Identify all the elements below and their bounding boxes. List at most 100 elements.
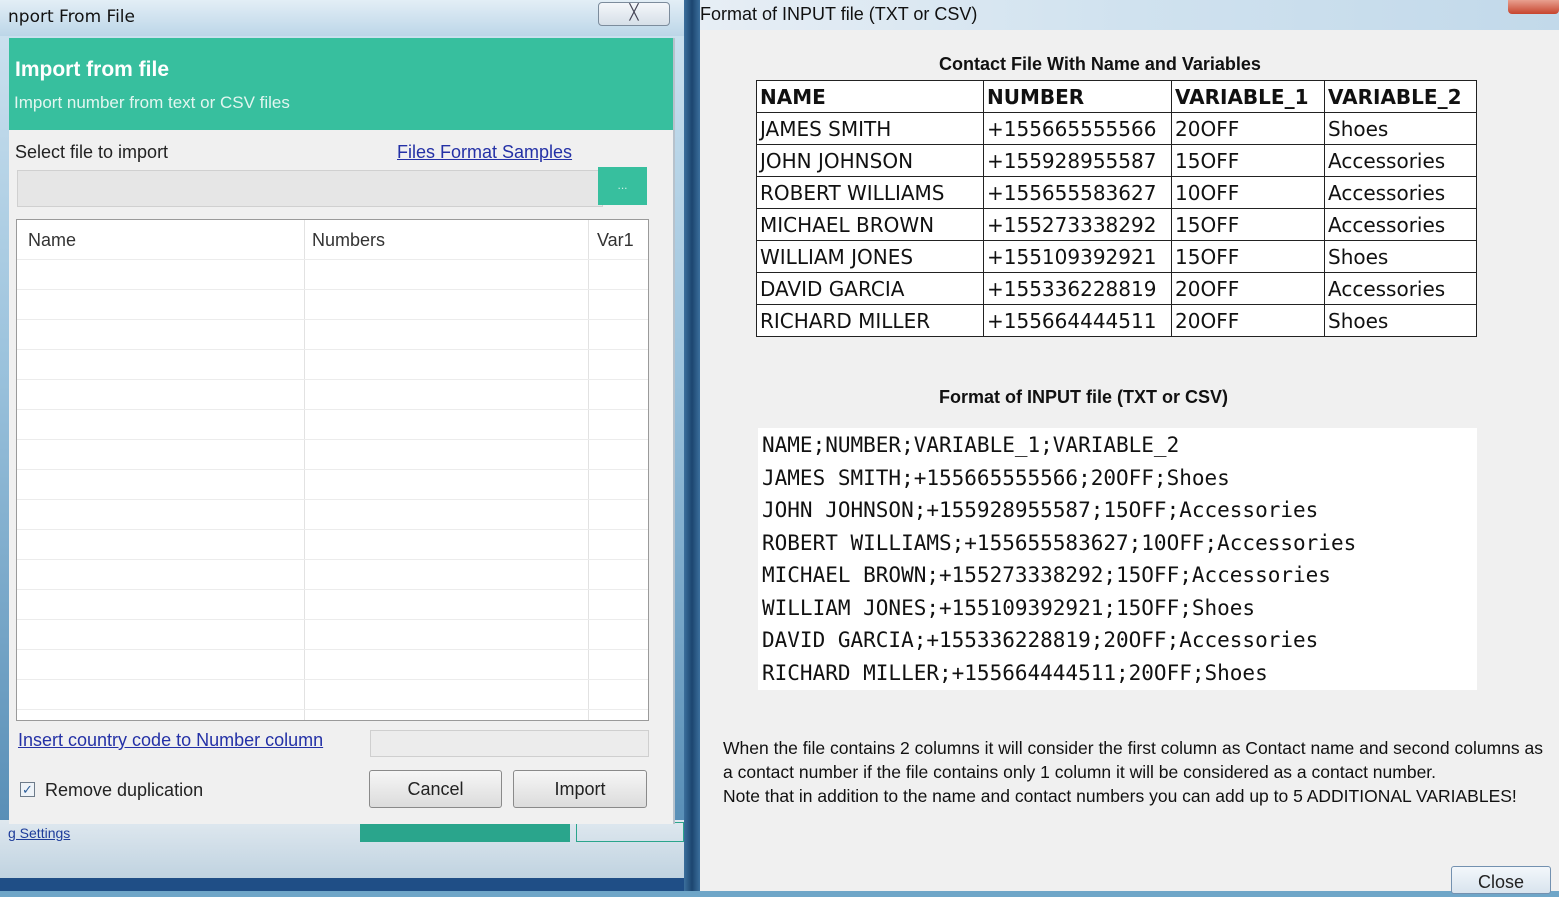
table-cell: Accessories [1324,272,1477,305]
checkmark-icon: ✓ [22,782,33,797]
close-icon[interactable] [1508,0,1559,14]
table-cell: 15OFF [1171,144,1325,177]
table-cell: +155665555566 [983,112,1172,145]
files-format-samples-link[interactable]: Files Format Samples [397,142,572,163]
csv-line: JOHN JOHNSON;+155928955587;15OFF;Accesso… [762,498,1319,522]
table-cell: +155655583627 [983,176,1172,209]
row-divider [17,649,648,650]
background-field [576,822,684,842]
table-cell: Accessories [1324,144,1477,177]
import-button[interactable]: Import [513,770,647,808]
import-from-file-window: nport From File ╳ g Settings Import from… [0,0,684,891]
table-row: DAVID GARCIA +155336228819 20OFF Accesso… [756,272,1477,305]
left-title-bar: nport From File ╳ [0,0,684,36]
row-divider [17,259,648,260]
table-cell: 10OFF [1171,176,1325,209]
left-window-title: nport From File [8,7,135,27]
dialog-header-subtitle: Import number from text or CSV files [14,93,290,112]
table-row: MICHAEL BROWN +155273338292 15OFF Access… [756,208,1477,241]
table-cell: JAMES SMITH [756,112,984,145]
row-divider [17,529,648,530]
csv-line: MICHAEL BROWN;+155273338292;15OFF;Access… [762,563,1331,587]
remove-duplication-checkbox[interactable]: ✓ [20,782,35,797]
table-cell: Shoes [1324,240,1477,273]
right-title-bar: Format of INPUT file (TXT or CSV) [700,0,1559,30]
table-cell: +155109392921 [983,240,1172,273]
csv-line: DAVID GARCIA;+155336228819;20OFF;Accesso… [762,628,1319,652]
grid-header: Name Numbers Var1 [17,220,648,259]
row-divider [17,289,648,290]
table-row: RICHARD MILLER +155664444511 20OFF Shoes [756,304,1477,337]
table-cell: Shoes [1324,112,1477,145]
sample-table-title: Contact File With Name and Variables [939,54,1261,74]
csv-line: NAME;NUMBER;VARIABLE_1;VARIABLE_2 [762,433,1180,457]
table-cell: 15OFF [1171,240,1325,273]
row-divider [17,559,648,560]
table-cell: ROBERT WILLIAMS [756,176,984,209]
file-path-input[interactable] [17,170,603,207]
table-cell: +155928955587 [983,144,1172,177]
table-header-cell: VARIABLE_2 [1324,80,1477,113]
table-cell: 15OFF [1171,208,1325,241]
table-cell: MICHAEL BROWN [756,208,984,241]
row-divider [17,589,648,590]
column-header-var1[interactable]: Var1 [597,230,634,251]
format-note: When the file contains 2 columns it will… [723,736,1553,808]
format-sample-window: Format of INPUT file (TXT or CSV) Contac… [700,0,1559,894]
column-header-name[interactable]: Name [28,230,76,251]
sample-contacts-table: NAME NUMBER VARIABLE_1 VARIABLE_2 JAMES … [756,80,1477,337]
table-cell: 20OFF [1171,304,1325,337]
cancel-button[interactable]: Cancel [369,770,502,808]
column-divider [588,220,589,720]
row-divider [17,469,648,470]
csv-line: ROBERT WILLIAMS;+155655583627;10OFF;Acce… [762,530,1357,555]
table-cell: +155336228819 [983,272,1172,305]
insert-country-code-link[interactable]: Insert country code to Number column [18,730,323,751]
table-cell: +155664444511 [983,304,1172,337]
csv-line: RICHARD MILLER;+155664444511;20OFF;Shoes [762,660,1268,685]
browse-button[interactable]: ... [598,167,647,205]
table-header-cell: NUMBER [983,80,1172,113]
background-settings-link[interactable]: g Settings [8,825,70,841]
table-row: WILLIAM JONES +155109392921 15OFF Shoes [756,240,1477,273]
row-divider [17,409,648,410]
remove-duplication-label: Remove duplication [45,780,204,800]
table-cell: RICHARD MILLER [756,304,984,337]
country-code-input[interactable] [370,730,649,757]
dialog-header-title: Import from file [15,58,170,81]
table-row: JOHN JOHNSON +155928955587 15OFF Accesso… [756,144,1477,177]
row-divider [17,379,648,380]
table-cell: WILLIAM JONES [756,240,984,273]
contacts-grid[interactable]: Name Numbers Var1 [16,219,649,721]
table-cell: Accessories [1324,176,1477,209]
table-row: JAMES SMITH +155665555566 20OFF Shoes [756,112,1477,145]
row-divider [17,679,648,680]
row-divider [17,319,648,320]
csv-line: WILLIAM JONES;+155109392921;15OFF;Shoes [762,595,1256,620]
format-section-title: Format of INPUT file (TXT or CSV) [939,387,1229,407]
table-cell: DAVID GARCIA [756,272,984,305]
note-line: When the file contains 2 columns it will… [723,738,1543,782]
table-cell: Accessories [1324,208,1477,241]
note-line: Note that in addition to the name and co… [723,786,1517,806]
dialog-header: Import from file Import number from text… [9,38,673,130]
table-header-row: NAME NUMBER VARIABLE_1 VARIABLE_2 [756,80,1477,113]
close-icon[interactable]: ╳ [598,2,670,26]
select-file-label: Select file to import [15,142,169,162]
csv-line: JAMES SMITH;+155665555566;20OFF;Shoes [762,465,1230,490]
row-divider [17,619,648,620]
import-dialog: Import from file Import number from text… [9,38,675,824]
window-gap [684,0,700,891]
row-divider [17,709,648,710]
column-header-numbers[interactable]: Numbers [312,230,385,251]
close-button[interactable]: Close [1451,866,1551,894]
row-divider [17,499,648,500]
table-header-cell: NAME [756,80,984,113]
table-cell: 20OFF [1171,272,1325,305]
table-header-cell: VARIABLE_1 [1171,80,1325,113]
row-divider [17,439,648,440]
table-cell: 20OFF [1171,112,1325,145]
table-cell: Shoes [1324,304,1477,337]
row-divider [17,349,648,350]
taskbar-strip [0,878,684,891]
